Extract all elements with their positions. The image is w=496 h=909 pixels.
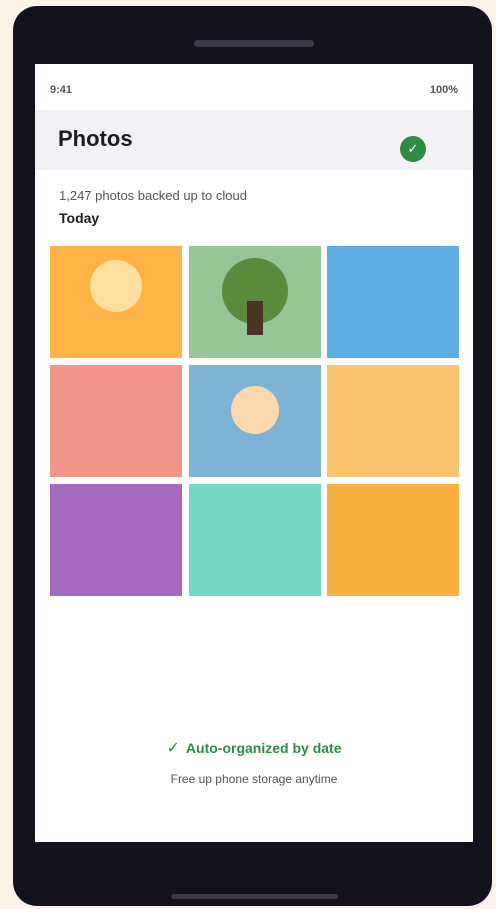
photo-thumbnail[interactable] [189,365,321,477]
photo-thumbnail[interactable] [50,365,182,477]
photo-thumbnail[interactable] [327,484,459,596]
photo-thumbnail[interactable] [189,484,321,596]
photo-thumbnail[interactable] [189,246,321,358]
status-time: 9:41 [50,84,73,96]
photo-thumbnail[interactable] [327,246,459,358]
phone-frame: 9:41 100% Photos ✓ 1,247 photos backed u… [13,6,492,906]
feature-highlight: ✓ Auto-organized by date [35,738,473,758]
battery-level: 100% [429,84,458,96]
photo-thumbnail[interactable] [50,484,182,596]
backup-summary: 1,247 photos backed up to cloud [59,188,247,203]
app-screen: 9:41 100% Photos ✓ 1,247 photos backed u… [35,64,473,842]
tree-trunk [247,301,263,335]
checkmark-icon[interactable]: ✓ [400,136,426,162]
check-icon: ✓ [166,740,180,757]
sun-shape [90,260,142,312]
photo-thumbnail[interactable] [50,246,182,358]
photo-grid [50,246,459,596]
home-indicator[interactable] [171,894,338,899]
feature-subtext: Free up phone storage anytime [170,772,338,786]
status-bar: 9:41 100% [35,64,473,110]
page-title: Photos [58,126,133,151]
section-date-label: Today [59,210,100,226]
app-header: Photos ✓ [35,110,473,170]
speaker-grille [194,40,314,47]
sun-shape [231,386,279,434]
photo-thumbnail[interactable] [327,365,459,477]
feature-text: Auto-organized by date [185,740,342,756]
